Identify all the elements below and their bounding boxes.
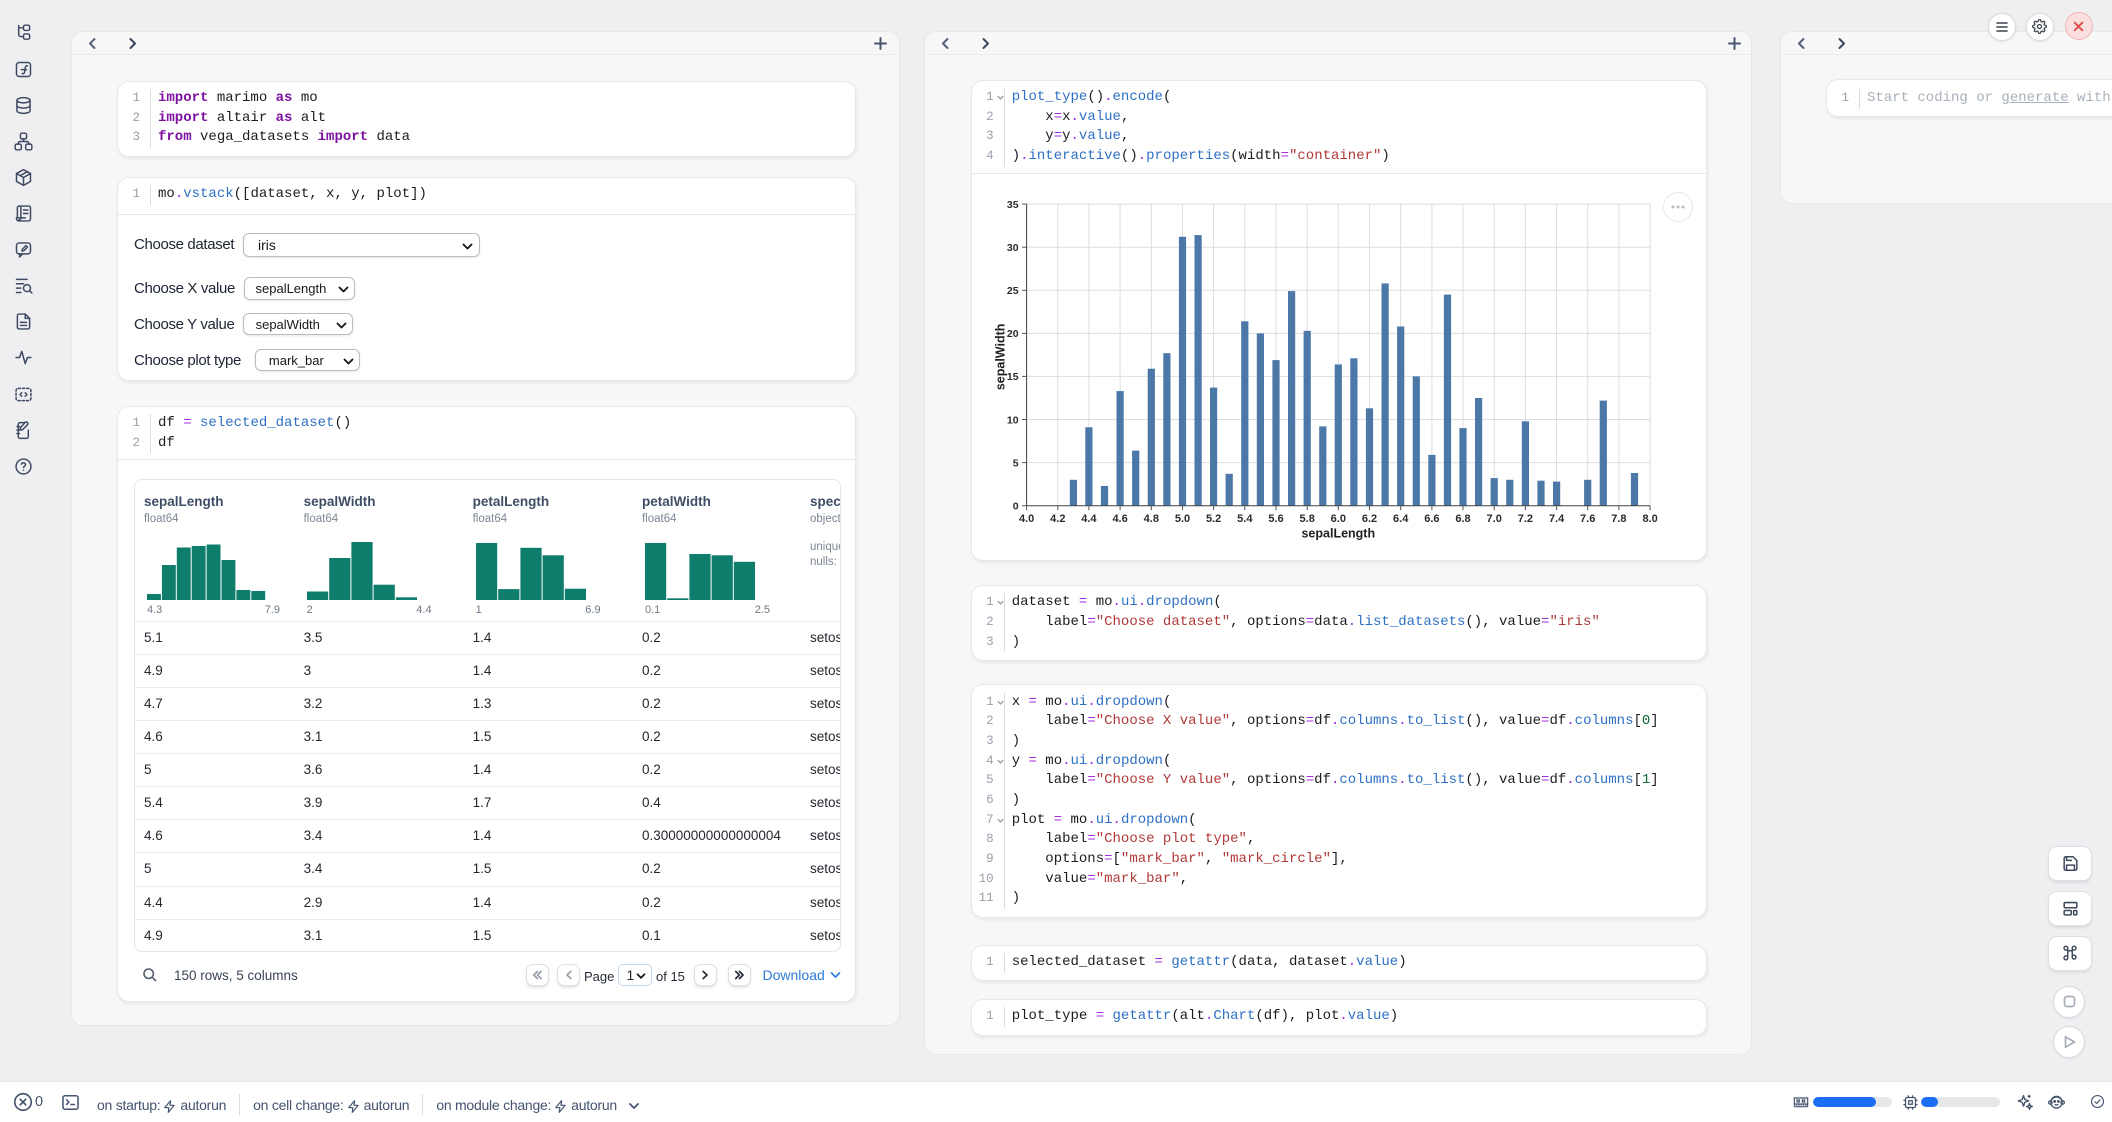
svg-text:7.6: 7.6: [1580, 513, 1595, 525]
svg-text:5.2: 5.2: [1206, 513, 1221, 525]
svg-text:20: 20: [1007, 328, 1019, 340]
svg-text:4.0: 4.0: [1019, 513, 1034, 525]
svg-text:5.0: 5.0: [1175, 513, 1190, 525]
svg-text:4.4: 4.4: [1081, 513, 1097, 525]
svg-text:6.4: 6.4: [1393, 513, 1409, 525]
svg-text:4.6: 4.6: [1112, 513, 1127, 525]
svg-text:5.4: 5.4: [1237, 513, 1253, 525]
svg-text:4.2: 4.2: [1050, 513, 1065, 525]
svg-text:sepalLength: sepalLength: [1301, 527, 1375, 541]
svg-text:4.8: 4.8: [1143, 513, 1158, 525]
svg-text:sepalWidth: sepalWidth: [993, 324, 1007, 391]
svg-text:7.0: 7.0: [1486, 513, 1501, 525]
svg-text:25: 25: [1007, 285, 1019, 297]
svg-text:10: 10: [1007, 415, 1019, 427]
svg-text:5.8: 5.8: [1299, 513, 1314, 525]
svg-text:5.6: 5.6: [1268, 513, 1283, 525]
svg-text:15: 15: [1007, 371, 1019, 383]
svg-text:7.4: 7.4: [1549, 513, 1565, 525]
svg-text:7.2: 7.2: [1517, 513, 1532, 525]
svg-text:35: 35: [1007, 199, 1019, 211]
svg-text:6.0: 6.0: [1330, 513, 1345, 525]
svg-text:5: 5: [1012, 458, 1018, 470]
svg-text:6.8: 6.8: [1455, 513, 1470, 525]
svg-text:0: 0: [1012, 501, 1018, 513]
svg-text:7.8: 7.8: [1611, 513, 1626, 525]
svg-text:8.0: 8.0: [1642, 513, 1657, 525]
svg-text:30: 30: [1007, 242, 1019, 254]
svg-text:6.6: 6.6: [1424, 513, 1439, 525]
svg-text:6.2: 6.2: [1362, 513, 1377, 525]
